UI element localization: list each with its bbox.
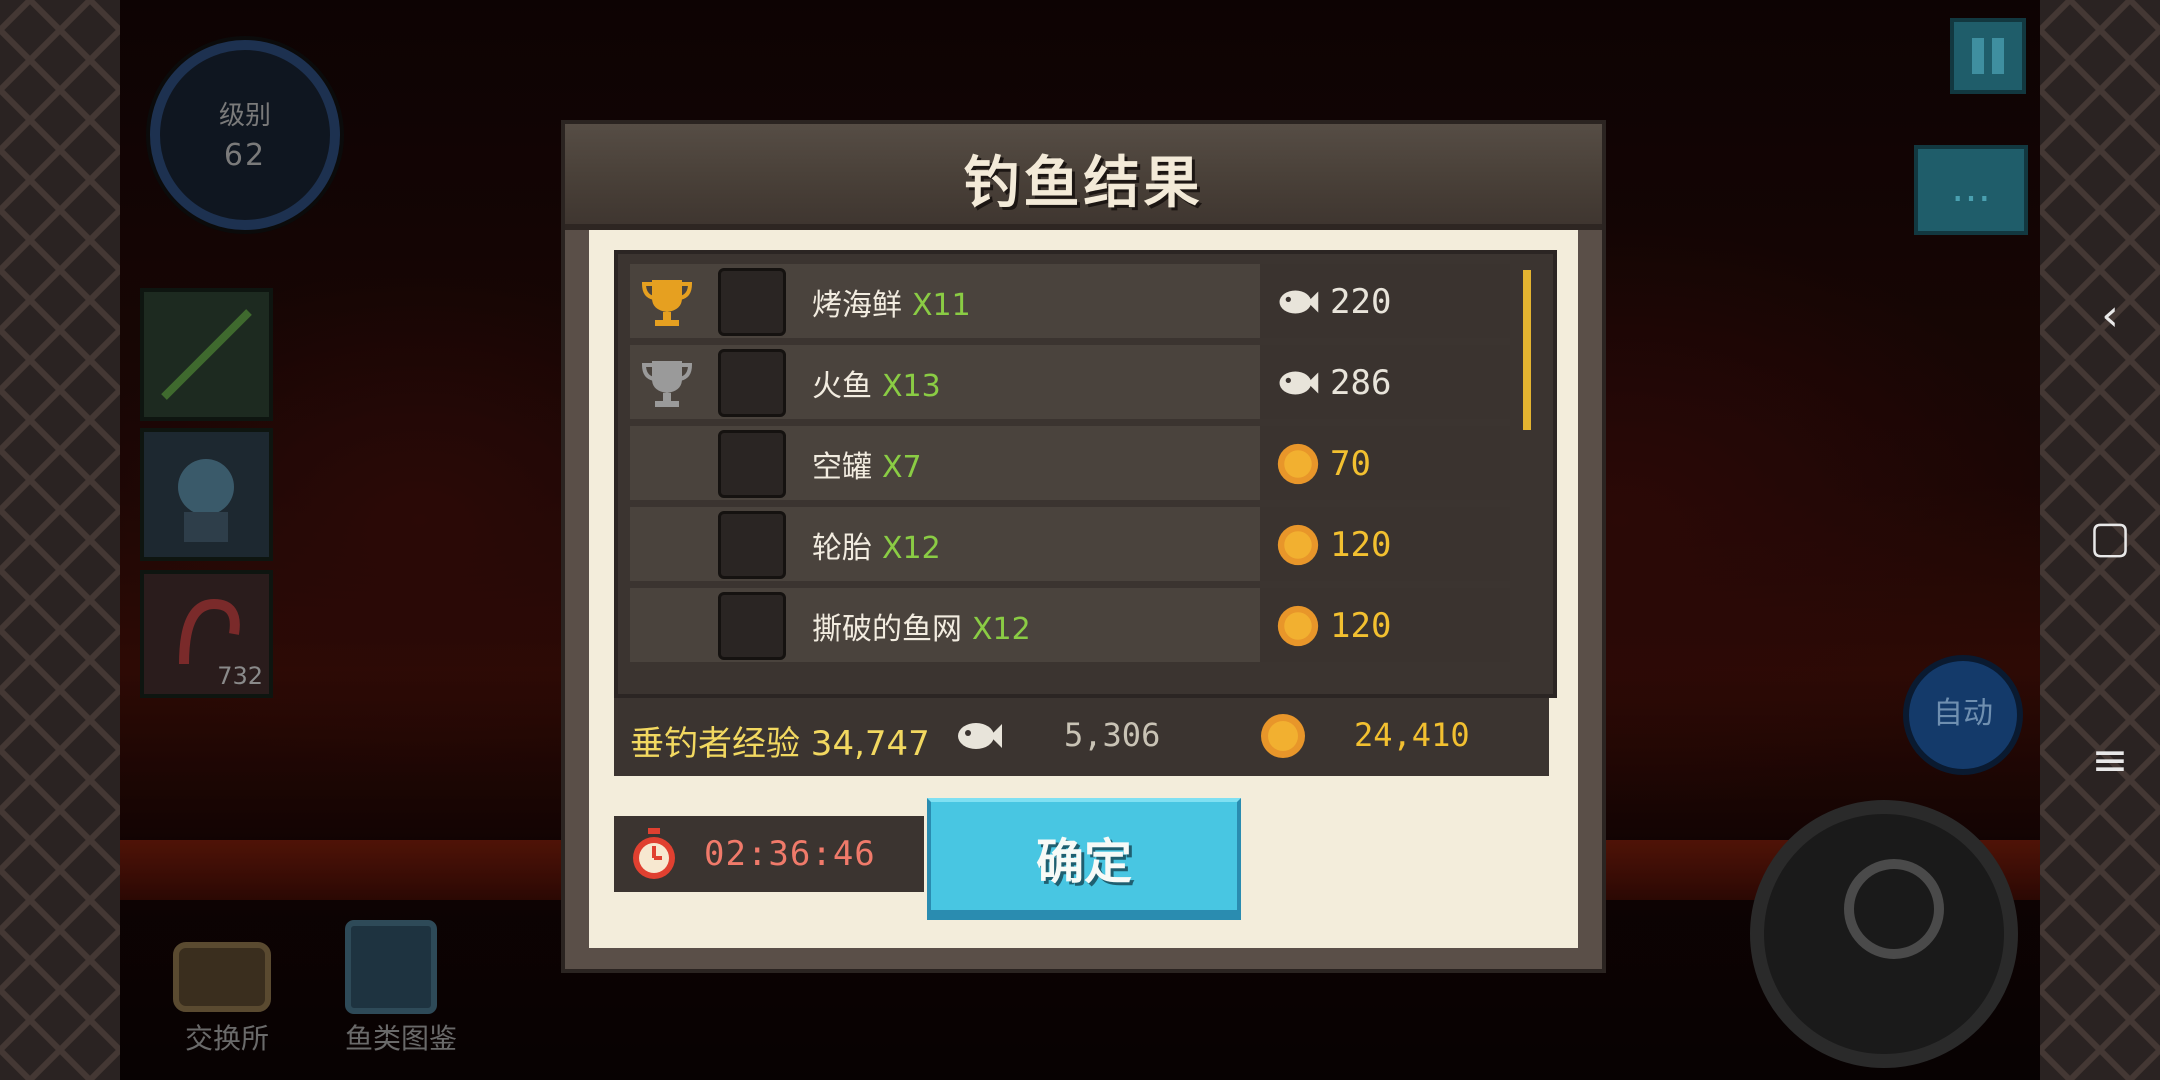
reel-button[interactable] [1750, 800, 2018, 1068]
dialog-header: 钓鱼结果 [565, 124, 1602, 230]
trophy-cell [630, 345, 704, 419]
stopwatch-icon [633, 828, 675, 879]
catch-qty: X7 [882, 450, 922, 485]
gold-trophy-icon [641, 280, 693, 326]
catch-name: 火鱼 X13 [812, 361, 941, 405]
catch-name-text: 烤海鲜 [812, 288, 902, 323]
exchange-label: 交换所 [184, 1022, 269, 1055]
catch-name: 轮胎 X12 [812, 523, 941, 567]
chat-button[interactable]: … [1914, 145, 2028, 235]
fish-guide-label: 鱼类图鉴 [344, 1022, 457, 1055]
trophy-cell [630, 426, 704, 500]
level-badge: 级别 62 [150, 40, 340, 230]
reward-value: 220 [1330, 282, 1392, 322]
reel-icon [1844, 859, 1944, 959]
empty-can-icon [718, 430, 786, 498]
catch-row: 烤海鲜 X11 220 [630, 264, 1510, 338]
dialog-body: 烤海鲜 X11 220 火鱼 X13 286 空罐 X7 70 轮胎 X12 120 撕破的鱼网 X12 1… [589, 230, 1578, 948]
catch-name: 空罐 X7 [812, 442, 922, 486]
catch-list[interactable]: 烤海鲜 X11 220 火鱼 X13 286 空罐 X7 70 轮胎 X12 120 撕破的鱼网 X12 1… [614, 250, 1557, 698]
fish-book-icon [345, 920, 437, 1014]
fish-guide-button[interactable]: 鱼类图鉴 [336, 915, 457, 1055]
trophy-cell [630, 588, 704, 662]
fish-currency-icon [1279, 290, 1319, 314]
auto-label: 自动 [1933, 696, 1993, 731]
catch-name-text: 空罐 [812, 450, 872, 485]
dialog-title: 钓鱼结果 [963, 151, 1204, 216]
timer-value: 02:36:46 [704, 834, 876, 874]
bait-slot[interactable]: 732 [140, 570, 273, 698]
confirm-button[interactable]: 确定 [927, 798, 1241, 920]
list-scrollbar[interactable] [1523, 270, 1531, 430]
catch-row: 火鱼 X13 286 [630, 345, 1510, 419]
summary-bar: 垂钓者经验 34,747 5,306 24,410 [614, 698, 1549, 776]
grilled-seafood-icon [718, 268, 786, 336]
pause-button[interactable] [1950, 18, 2026, 94]
reward-value: 120 [1330, 525, 1392, 565]
back-nav-icon[interactable]: ‹ [2080, 290, 2140, 341]
character-slot[interactable] [140, 428, 273, 561]
catch-name-text: 轮胎 [812, 531, 872, 566]
reward-value: 70 [1330, 444, 1371, 484]
catch-row: 空罐 X7 70 [630, 426, 1510, 500]
coin-total: 24,410 [1354, 716, 1470, 754]
fishing-result-dialog: 钓鱼结果 烤海鲜 X11 220 火鱼 X13 286 空罐 X7 70 轮胎 X12 120 撕破的鱼… [561, 120, 1606, 973]
catch-name: 撕破的鱼网 X12 [812, 604, 1031, 648]
home-nav-icon[interactable]: ▢ [2080, 512, 2140, 563]
reward-cell: 70 [1260, 426, 1510, 500]
fish-currency-icon [958, 723, 1002, 749]
coin-icon [1277, 443, 1319, 485]
exchange-button[interactable]: 交换所 [162, 915, 282, 1055]
angler-exp: 垂钓者经验 34,747 [630, 724, 930, 764]
reward-value: 120 [1330, 606, 1392, 646]
silver-trophy-icon [641, 361, 693, 407]
menu-nav-icon[interactable]: ≡ [2080, 735, 2140, 786]
fish-currency-icon [1279, 371, 1319, 395]
left-decor-strip [0, 0, 120, 1080]
catch-name: 烤海鲜 X11 [812, 280, 971, 324]
level-value: 62 [223, 138, 267, 173]
coin-icon [1277, 524, 1319, 566]
auto-button[interactable]: 自动 [1903, 655, 2023, 775]
confirm-label: 确定 [1035, 834, 1132, 890]
reward-value: 286 [1330, 363, 1392, 403]
character-portrait-icon [178, 459, 234, 542]
catch-row: 轮胎 X12 120 [630, 507, 1510, 581]
coin-icon [1261, 714, 1305, 758]
chat-bubble-icon: … [1951, 165, 1991, 211]
level-label: 级别 [218, 101, 271, 131]
bait-count: 732 [217, 662, 263, 690]
reward-cell: 120 [1260, 588, 1510, 662]
fire-fish-icon [718, 349, 786, 417]
fish-total: 5,306 [1064, 716, 1161, 754]
trophy-cell [630, 264, 704, 338]
reward-cell: 220 [1260, 264, 1510, 338]
torn-net-icon [718, 592, 786, 660]
catch-qty: X12 [882, 531, 941, 566]
lattice-pattern [0, 0, 120, 1080]
fishing-rod-icon [161, 309, 252, 400]
reward-cell: 120 [1260, 507, 1510, 581]
catch-name-text: 撕破的鱼网 [812, 612, 962, 647]
catch-qty: X11 [912, 288, 971, 323]
trophy-cell [630, 507, 704, 581]
timer-box: 02:36:46 [614, 816, 924, 892]
reward-cell: 286 [1260, 345, 1510, 419]
coin-icon [1277, 605, 1319, 647]
tire-icon [718, 511, 786, 579]
catch-qty: X13 [882, 369, 941, 404]
catch-name-text: 火鱼 [812, 369, 872, 404]
catch-row: 撕破的鱼网 X12 120 [630, 588, 1510, 662]
treasure-chest-icon [173, 942, 271, 1012]
rod-slot[interactable] [140, 288, 273, 421]
catch-qty: X12 [972, 612, 1031, 647]
